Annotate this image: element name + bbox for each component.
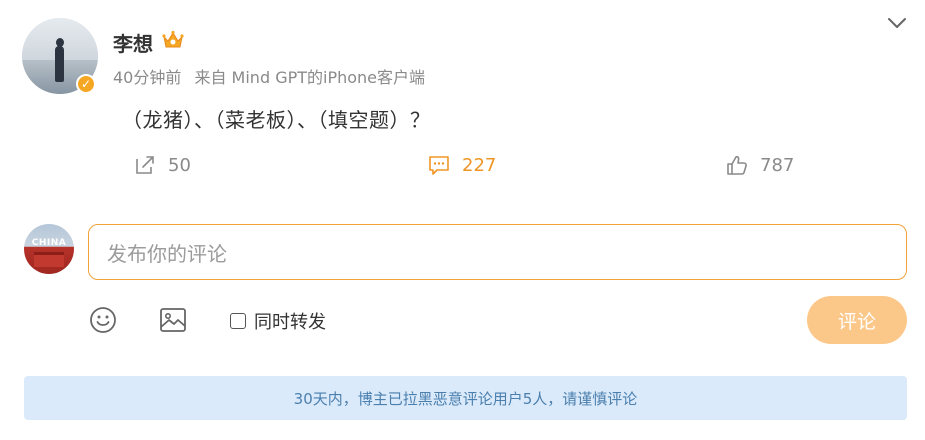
post-time[interactable]: 40分钟前: [113, 68, 181, 87]
comment-input-placeholder: 发布你的评论: [107, 241, 227, 266]
submit-comment-button[interactable]: 评论: [807, 296, 907, 344]
post-meta: 40分钟前 来自 Mind GPT的iPhone客户端: [113, 64, 433, 88]
commenter-avatar-gate: [34, 252, 64, 267]
image-icon[interactable]: [158, 305, 188, 335]
blocked-users-notice: 30天内，博主已拉黑恶意评论用户5人，请谨慎评论: [24, 376, 907, 420]
commenter-avatar-label: CHINA: [31, 238, 67, 248]
emoji-icon[interactable]: [88, 305, 118, 335]
comment-input[interactable]: 发布你的评论: [88, 224, 907, 280]
comment-button[interactable]: 227: [428, 150, 496, 180]
post-actions: 50 227 787: [0, 150, 925, 180]
post-source: 来自 Mind GPT的iPhone客户端: [194, 68, 426, 87]
commenter-avatar[interactable]: CHINA: [24, 224, 74, 274]
post-text: （龙猪）、（菜老板）、（填空题）？: [122, 108, 431, 132]
repost-also-label: 同时转发: [254, 312, 326, 333]
repost-button[interactable]: 50: [134, 150, 191, 180]
repost-also-option[interactable]: 同时转发: [230, 308, 326, 334]
crown-icon: [162, 30, 184, 48]
comment-icon: [429, 156, 449, 175]
avatar-person: [55, 46, 64, 82]
repost-also-checkbox[interactable]: [230, 313, 246, 329]
verified-badge-icon: ✓: [76, 74, 96, 94]
like-button[interactable]: 787: [726, 150, 794, 180]
chevron-down-icon[interactable]: [886, 14, 908, 32]
repost-count: 50: [168, 154, 191, 176]
thumbs-up-icon: [727, 155, 747, 175]
repost-icon: [136, 156, 154, 174]
weibo-post-card: ✓ 李想 40分钟前 来自 Mind GPT的iPhone客户端 （龙猪）、（菜…: [0, 0, 925, 440]
like-count: 787: [760, 154, 795, 176]
author-name[interactable]: 李想: [113, 28, 153, 57]
comment-count: 227: [462, 154, 497, 176]
